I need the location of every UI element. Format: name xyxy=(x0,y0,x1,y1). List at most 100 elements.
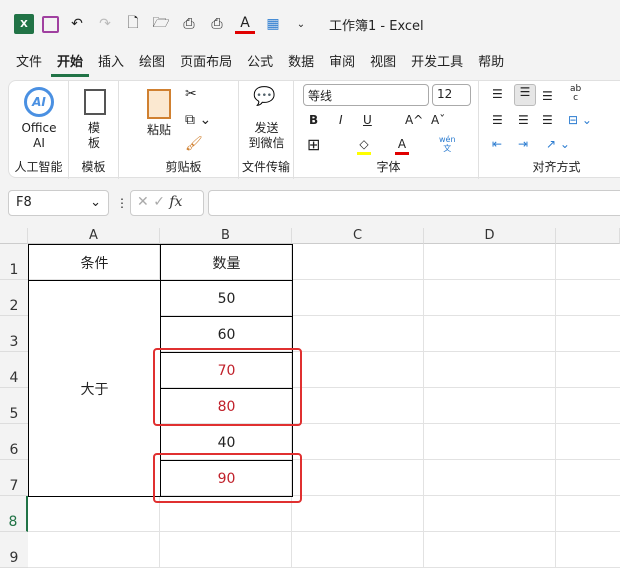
format-painter-icon[interactable]: 🖌 xyxy=(185,137,203,152)
excel-icon: X xyxy=(14,14,34,34)
table-icon[interactable]: ▦ xyxy=(263,14,283,34)
row-header-4[interactable]: 4 xyxy=(0,352,28,388)
column-header-b[interactable]: B xyxy=(160,228,292,244)
open-folder-icon[interactable]: 🗁 xyxy=(151,14,171,34)
wechat-icon: 💬 xyxy=(253,86,276,107)
tab-insert[interactable]: 插入 xyxy=(92,52,130,77)
window-title: 工作簿1 - Excel xyxy=(329,18,424,34)
group-template: 模 板 模板 xyxy=(69,81,119,179)
group-label: 对齐方式 xyxy=(532,160,581,174)
group-alignment: ☰ ☰ ☰ ab c ☰ ☰ ☰ ⊟ ⌄ ⇤ ⇥ ↗ ⌄ 对齐方式 xyxy=(484,81,620,179)
fill-color-icon[interactable]: ◇ xyxy=(357,137,371,155)
bold-button[interactable]: B xyxy=(309,113,318,128)
enter-icon[interactable]: ✓ xyxy=(153,194,165,210)
align-left-icon[interactable]: ☰ xyxy=(492,113,503,128)
quick-access-toolbar: X ↶ ↷ 🗋 🗁 ⎙ ⎙ A ▦ ⌄ 工作簿1 - Excel xyxy=(14,12,424,36)
column-header-a[interactable]: A xyxy=(28,228,160,244)
font-color-icon[interactable]: A xyxy=(235,14,255,34)
shrink-font-button[interactable]: Aˇ xyxy=(431,113,445,128)
align-right-icon[interactable]: ☰ xyxy=(542,113,553,128)
align-middle-icon[interactable]: ☰ xyxy=(514,84,536,106)
print-preview-icon[interactable]: ⎙ xyxy=(179,14,199,34)
group-ai: AI Office AI 人工智能 xyxy=(9,81,69,179)
group-label: 模板 xyxy=(81,160,106,174)
row-header-5[interactable]: 5 xyxy=(0,388,28,424)
paste-button[interactable]: 粘贴 xyxy=(139,123,179,138)
column-header-c[interactable]: C xyxy=(292,228,424,244)
copy-icon[interactable]: ⧉ ⌄ xyxy=(185,113,211,128)
more-icon[interactable]: ⋮ xyxy=(116,196,128,210)
font-name-select[interactable]: 等线 xyxy=(303,84,429,106)
cell-b2[interactable]: 50 xyxy=(160,280,293,317)
template-button[interactable]: 模 板 xyxy=(69,121,119,151)
underline-button[interactable]: U xyxy=(363,113,372,128)
undo-icon[interactable]: ↶ xyxy=(67,14,87,34)
tab-page-layout[interactable]: 页面布局 xyxy=(174,52,238,77)
spreadsheet-grid[interactable]: A B C D 1 2 3 4 5 6 7 8 9 条件 数量 大于 50 60… xyxy=(0,228,620,568)
office-ai-button[interactable]: Office AI xyxy=(9,121,69,151)
wrap-text-icon[interactable]: ab c xyxy=(570,85,581,103)
group-label: 人工智能 xyxy=(14,160,63,174)
formula-buttons: ✕ ✓ fx xyxy=(130,190,204,216)
row-header-7[interactable]: 7 xyxy=(0,460,28,496)
align-bottom-icon[interactable]: ☰ xyxy=(542,89,553,104)
align-top-icon[interactable]: ☰ xyxy=(492,87,503,102)
row-header-6[interactable]: 6 xyxy=(0,424,28,460)
ribbon: AI Office AI 人工智能 模 板 模板 粘贴 ✂ ⧉ ⌄ 🖌 剪贴板 … xyxy=(8,80,620,179)
redo-icon[interactable]: ↷ xyxy=(95,14,115,34)
phonetic-icon[interactable]: wén 文 xyxy=(439,135,456,153)
office-ai-icon: AI xyxy=(24,87,54,117)
tab-view[interactable]: 视图 xyxy=(364,52,402,77)
tab-data[interactable]: 数据 xyxy=(282,52,320,77)
cell-a1[interactable]: 条件 xyxy=(28,244,161,281)
tab-file[interactable]: 文件 xyxy=(10,52,48,77)
font-color-icon[interactable]: A xyxy=(395,137,409,155)
column-header-e[interactable] xyxy=(556,228,620,244)
customize-icon[interactable]: ⌄ xyxy=(291,14,311,34)
cell-b1[interactable]: 数量 xyxy=(160,244,293,281)
cut-icon[interactable]: ✂ xyxy=(185,87,197,102)
group-label: 文件传输 xyxy=(241,160,290,174)
name-box[interactable]: F8 ⌄ xyxy=(8,190,109,216)
group-label: 字体 xyxy=(376,160,401,174)
row-header-3[interactable]: 3 xyxy=(0,316,28,352)
row-header-2[interactable]: 2 xyxy=(0,280,28,316)
orientation-icon[interactable]: ↗ ⌄ xyxy=(546,137,570,152)
name-box-value: F8 xyxy=(16,195,32,210)
group-label: 剪贴板 xyxy=(165,160,202,174)
paste-icon xyxy=(147,89,171,119)
group-transfer: 💬 发送 到微信 文件传输 xyxy=(239,81,294,179)
select-all-button[interactable] xyxy=(0,228,28,244)
tab-review[interactable]: 审阅 xyxy=(323,52,361,77)
increase-indent-icon[interactable]: ⇥ xyxy=(518,137,528,152)
group-clipboard: 粘贴 ✂ ⧉ ⌄ 🖌 剪贴板 xyxy=(129,81,239,179)
merge-center-icon[interactable]: ⊟ ⌄ xyxy=(568,113,592,128)
new-file-icon[interactable]: 🗋 xyxy=(123,14,143,34)
save-icon[interactable] xyxy=(42,15,59,33)
group-font: 等线 12 B I U A^ Aˇ ⊞ ◇ A wén 文 字体 xyxy=(299,81,479,179)
row-header-8[interactable]: 8 xyxy=(0,496,28,532)
print-icon[interactable]: ⎙ xyxy=(207,14,227,34)
template-icon xyxy=(84,89,106,115)
row-header-9[interactable]: 9 xyxy=(0,532,28,568)
tab-help[interactable]: 帮助 xyxy=(472,52,510,77)
tab-home[interactable]: 开始 xyxy=(51,52,90,77)
tab-draw[interactable]: 绘图 xyxy=(133,52,171,77)
cell-a2-merged[interactable]: 大于 xyxy=(28,280,161,497)
highlight-box-70-80 xyxy=(153,348,302,426)
font-size-select[interactable]: 12 xyxy=(432,84,471,106)
send-to-wechat-button[interactable]: 发送 到微信 xyxy=(239,121,294,151)
tab-formulas[interactable]: 公式 xyxy=(241,52,279,77)
tab-developer[interactable]: 开发工具 xyxy=(405,52,469,77)
decrease-indent-icon[interactable]: ⇤ xyxy=(492,137,502,152)
cancel-icon[interactable]: ✕ xyxy=(137,194,149,210)
row-header-1[interactable]: 1 xyxy=(0,244,28,280)
borders-icon[interactable]: ⊞ xyxy=(307,137,320,153)
column-header-d[interactable]: D xyxy=(424,228,556,244)
chevron-down-icon[interactable]: ⌄ xyxy=(90,195,101,210)
formula-input[interactable] xyxy=(208,190,620,216)
insert-function-button[interactable]: fx xyxy=(169,194,182,210)
grow-font-button[interactable]: A^ xyxy=(405,113,423,128)
align-center-icon[interactable]: ☰ xyxy=(518,113,529,128)
italic-button[interactable]: I xyxy=(339,113,343,128)
